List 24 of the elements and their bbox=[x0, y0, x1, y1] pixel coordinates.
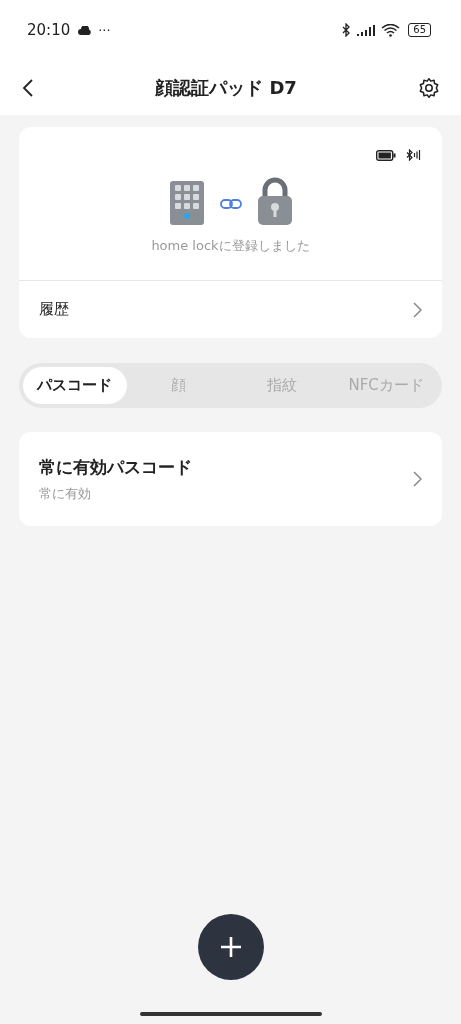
battery-icon bbox=[376, 149, 396, 161]
passcode-subtitle: 常に有効 bbox=[39, 484, 92, 503]
padlock-icon bbox=[257, 177, 292, 225]
plus-icon bbox=[219, 936, 242, 958]
link-icon bbox=[219, 199, 242, 209]
registration-status: home lockに登録しました bbox=[151, 237, 310, 255]
tab[interactable]: パスコード bbox=[23, 367, 127, 404]
bluetooth-signal-icon bbox=[406, 149, 422, 161]
wifi-icon bbox=[381, 23, 401, 37]
settings-icon[interactable] bbox=[418, 76, 440, 99]
battery-indicator: 65 bbox=[408, 23, 431, 37]
history-row[interactable]: 履歴 bbox=[19, 281, 442, 338]
chevron-right-icon bbox=[413, 471, 422, 487]
back-icon[interactable] bbox=[22, 78, 34, 97]
keypad-icon bbox=[169, 181, 204, 225]
passcode-title: 常に有効パスコード bbox=[39, 455, 192, 479]
cloud-icon bbox=[78, 25, 93, 35]
status-more: ··· bbox=[98, 22, 111, 38]
signal-icon bbox=[357, 24, 376, 36]
page-title: 顔認証パッド D7 bbox=[155, 75, 297, 100]
status-time: 20:10 bbox=[27, 21, 71, 39]
bluetooth-icon bbox=[342, 23, 352, 37]
passcode-card[interactable]: 常に有効パスコード 常に有効 bbox=[19, 432, 442, 526]
chevron-right-icon bbox=[413, 301, 422, 318]
